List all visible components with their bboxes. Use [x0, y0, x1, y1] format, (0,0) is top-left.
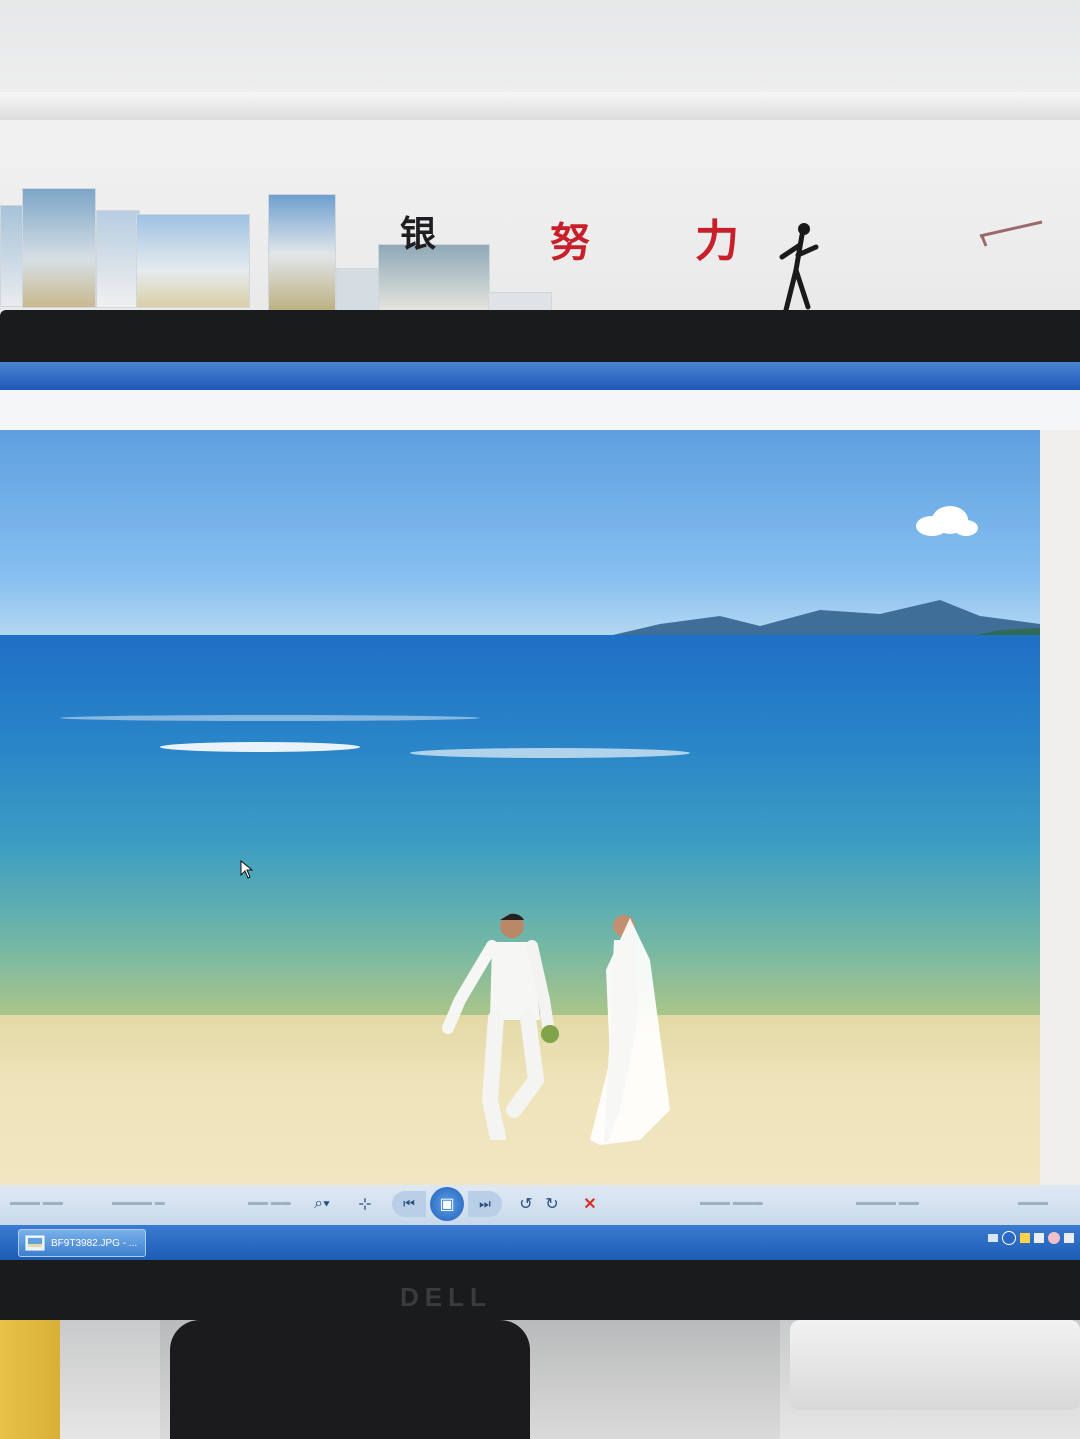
photo-cloud — [916, 506, 978, 536]
wall-photo — [96, 210, 140, 308]
photo-bride — [590, 915, 670, 1145]
window-titlebar[interactable] — [0, 362, 1080, 390]
system-tray — [988, 1231, 1074, 1245]
window-menubar — [0, 390, 1080, 430]
wall-character: 努 — [550, 219, 590, 266]
flag-icon[interactable] — [1020, 1233, 1030, 1243]
screen: ▬▬▬ ▬▬ ▬▬▬▬ ▬ ▬▬ ▬▬ ▬▬▬ ▬▬▬ ▬▬▬▬ ▬▬ ▬▬▬ … — [0, 362, 1080, 1260]
viewer-side-panel — [1040, 430, 1080, 1185]
fit-icon: ⊹ — [358, 1196, 372, 1213]
wall-photo — [336, 268, 384, 316]
slideshow-button[interactable]: ▣ — [430, 1187, 464, 1221]
dark-object — [170, 1320, 530, 1439]
next-icon: ⏭ — [479, 1196, 491, 1211]
toolbar-blurred-text: ▬▬▬ ▬▬▬ — [700, 1197, 763, 1208]
wall-character: 银 — [400, 213, 437, 255]
next-button[interactable]: ⏭ — [468, 1191, 502, 1217]
previous-icon: ⏮ — [403, 1196, 415, 1211]
taskbar-item-photo-viewer[interactable]: BF9T3982.JPG - ... — [18, 1229, 146, 1257]
mouse-cursor-icon — [240, 860, 254, 879]
taskbar: BF9T3982.JPG - ... — [0, 1225, 1080, 1260]
toolbar-blurred-text: ▬▬▬▬ ▬ — [112, 1197, 165, 1208]
zoom-button[interactable]: ⌕▾ — [300, 1191, 344, 1217]
wall-photo — [22, 188, 96, 308]
photo-file-icon — [25, 1235, 45, 1251]
wall-background: 银 努 力 — [0, 0, 1080, 330]
dancer-decal-icon — [779, 223, 819, 313]
toolbar-blurred-text: ▬▬▬ — [1018, 1197, 1048, 1208]
fit-window-button[interactable]: ⊹ — [350, 1191, 380, 1217]
slideshow-icon: ▣ — [439, 1196, 455, 1213]
previous-button[interactable]: ⏮ — [392, 1191, 426, 1217]
rotate-ccw-icon: ↺ — [519, 1196, 533, 1213]
photo-wave — [60, 715, 480, 721]
wall-photo — [136, 214, 250, 308]
delete-button[interactable]: ✕ — [578, 1191, 602, 1217]
user-icon[interactable] — [1048, 1232, 1060, 1244]
wall-character: 力 — [695, 216, 739, 267]
shelf — [0, 92, 1080, 120]
speaker-icon[interactable] — [1064, 1233, 1074, 1243]
wall-photo — [268, 194, 336, 314]
desk-surface — [0, 1320, 1080, 1439]
book-stack — [0, 1320, 60, 1439]
rotate-cw-icon: ↻ — [545, 1196, 559, 1213]
wall-hook-icon — [979, 220, 1043, 247]
rotate-ccw-button[interactable]: ↺ — [514, 1191, 538, 1217]
viewer-toolbar: ▬▬▬ ▬▬ ▬▬▬▬ ▬ ▬▬ ▬▬ ▬▬▬ ▬▬▬ ▬▬▬▬ ▬▬ ▬▬▬ … — [0, 1185, 1080, 1225]
taskbar-item-label: BF9T3982.JPG - ... — [51, 1237, 138, 1249]
help-icon[interactable] — [1002, 1231, 1016, 1245]
photo-wave — [410, 748, 690, 758]
photo-groom — [442, 913, 559, 1140]
delete-icon: ✕ — [583, 1196, 597, 1213]
zoom-icon: ⌕▾ — [314, 1195, 330, 1212]
plastic-box — [790, 1320, 1080, 1410]
photo-wave — [160, 742, 360, 752]
toolbar-blurred-text: ▬▬ ▬▬ — [248, 1197, 291, 1208]
image-viewer[interactable] — [0, 430, 1040, 1185]
volume-icon[interactable] — [1034, 1233, 1044, 1243]
monitor-brand-logo: DELL — [400, 1282, 492, 1312]
rotate-cw-button[interactable]: ↻ — [540, 1191, 564, 1217]
network-icon[interactable] — [988, 1234, 998, 1242]
toolbar-blurred-text: ▬▬▬▬ ▬▬ — [856, 1197, 919, 1208]
toolbar-blurred-text: ▬▬▬ ▬▬ — [10, 1197, 63, 1208]
